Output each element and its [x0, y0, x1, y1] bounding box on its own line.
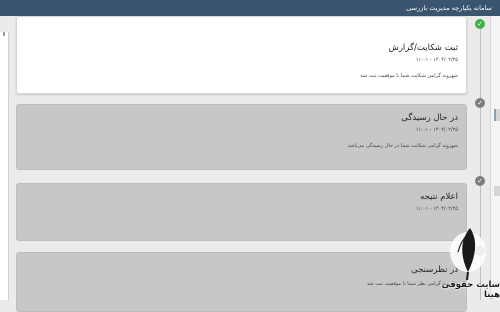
scroll-marker [3, 32, 5, 36]
card-title: در نظرسنجی [411, 265, 458, 275]
watermark-text: سایت حقوقی هینا [441, 280, 500, 300]
card-date: ۱۴۰۴/۰۲/۲۵ - ۱۱:۰۱ [415, 127, 458, 133]
timeline-card-result: اعلام نتیجه ۱۴۰۴/۰۲/۲۵ - ۱۱:۰۱ [16, 183, 467, 241]
left-panel-edge [0, 32, 9, 300]
card-message: شهروند گرامی شکایت شما با موفقیت ثبت شد [360, 73, 458, 79]
quill-logo-icon [450, 228, 486, 281]
card-message: شهروند گرامی شکایت شما در حال رسیدگی می‌… [347, 143, 458, 149]
status-pending-icon: ✓ [475, 176, 485, 186]
side-marker [494, 186, 500, 196]
scroll-handle[interactable] [494, 109, 500, 121]
status-done-icon: ✓ [475, 19, 485, 29]
card-title: در حال رسیدگی [401, 113, 458, 123]
timeline-card-survey: در نظرسنجی شهروند گرامی نظر شما با موفقی… [16, 252, 467, 312]
card-title: ثبت شکایت/گزارش [388, 43, 458, 53]
card-message: شهروند گرامی نظر شما با موفقیت ثبت شد [366, 281, 458, 287]
card-date: ۱۴۰۴/۰۲/۲۵ - ۱۱:۰۱ [415, 206, 458, 212]
watermark-logo: سایت حقوقی هینا [430, 222, 500, 300]
timeline-card-processing: در حال رسیدگی ۱۴۰۴/۰۲/۲۵ - ۱۱:۰۱ شهروند … [16, 104, 467, 170]
status-pending-icon: ✓ [475, 98, 485, 108]
card-title: اعلام نتیجه [419, 192, 458, 202]
app-title: سامانه یکپارچه مدیریت بازرسی [406, 4, 492, 12]
card-date: ۱۴۰۴/۰۲/۲۵ - ۱۱:۰۱ [415, 57, 458, 63]
timeline-card-submitted: ثبت شکایت/گزارش ۱۴۰۴/۰۲/۲۵ - ۱۱:۰۱ شهرون… [16, 16, 467, 94]
app-header: سامانه یکپارچه مدیریت بازرسی [0, 0, 500, 16]
